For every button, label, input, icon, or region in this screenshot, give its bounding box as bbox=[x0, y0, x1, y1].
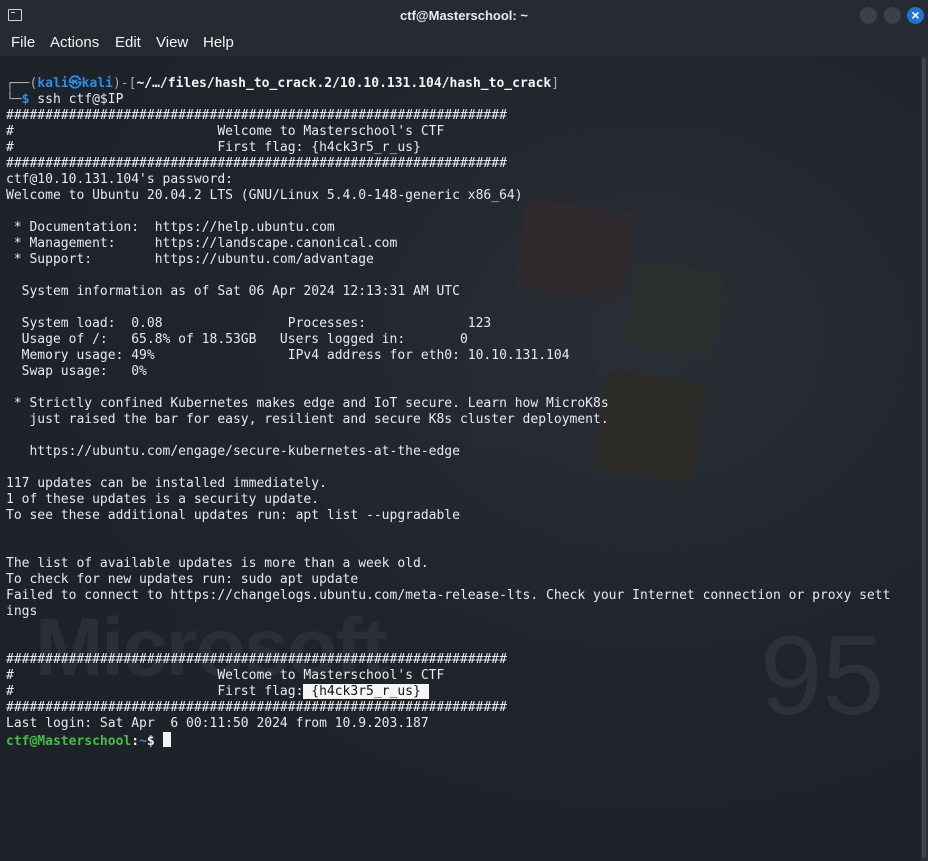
terminal-line: ings bbox=[6, 604, 38, 619]
minimize-button[interactable] bbox=[860, 7, 877, 24]
current-prompt[interactable]: ctf@Masterschool:~$ bbox=[6, 732, 171, 749]
prompt-dollar-current: $ bbox=[146, 734, 163, 749]
prompt-colon: : bbox=[131, 734, 140, 749]
wallpaper-flag-green bbox=[624, 260, 726, 357]
terminal-line: ########################################… bbox=[6, 652, 507, 667]
terminal-line: * Support: https://ubuntu.com/advantage bbox=[6, 252, 374, 267]
terminal-line: To see these additional updates run: apt… bbox=[6, 508, 460, 523]
terminal-line: # Welcome to Masterschool's CTF bbox=[6, 668, 445, 683]
text-cursor bbox=[162, 732, 171, 747]
prompt-line-2: └─$ ssh ctf@$IP bbox=[6, 92, 123, 108]
terminal-line: 117 updates can be installed immediately… bbox=[6, 476, 327, 491]
prompt-line-1: ┌──(kali㉿kali)-[~/…/files/hash_to_crack.… bbox=[6, 76, 559, 92]
menu-bar: File Actions Edit View Help bbox=[0, 31, 928, 56]
terminal-line: ctf@10.10.131.104's password: bbox=[6, 172, 233, 187]
terminal-window: ctf@Masterschool: ~ × File Actions Edit … bbox=[0, 0, 928, 861]
terminal-line: https://ubuntu.com/engage/secure-kuberne… bbox=[6, 444, 460, 459]
terminal-line: System information as of Sat 06 Apr 2024… bbox=[6, 284, 460, 299]
terminal-line: just raised the bar for easy, resilient … bbox=[6, 412, 609, 427]
scrollbar-thumb[interactable] bbox=[922, 58, 926, 858]
prompt-at-symbol: ㉿ bbox=[68, 76, 82, 91]
menu-actions[interactable]: Actions bbox=[50, 34, 99, 51]
terminal-line: # First flag: {h4ck3r5_r_us} bbox=[6, 140, 421, 155]
terminal-line: Welcome to Ubuntu 20.04.2 LTS (GNU/Linux… bbox=[6, 188, 523, 203]
terminal-line: The list of available updates is more th… bbox=[6, 556, 429, 571]
title-bar[interactable]: ctf@Masterschool: ~ × bbox=[0, 0, 928, 31]
wallpaper-flag-yellow bbox=[593, 369, 707, 483]
terminal-line: Memory usage: 49% IPv4 address for eth0:… bbox=[6, 348, 570, 363]
menu-view[interactable]: View bbox=[156, 34, 188, 51]
close-icon: × bbox=[911, 7, 920, 23]
menu-edit[interactable]: Edit bbox=[115, 34, 141, 51]
terminal-line: ########################################… bbox=[6, 108, 507, 123]
prompt-user: kali bbox=[37, 76, 69, 91]
prompt-close: ] bbox=[551, 76, 560, 91]
prompt-corner-bottom: └─ bbox=[6, 92, 22, 107]
command-text: ssh ctf@$IP bbox=[29, 92, 124, 107]
terminal-line: Usage of /: 65.8% of 18.53GB Users logge… bbox=[6, 332, 468, 347]
wallpaper-number: 95 bbox=[760, 613, 885, 738]
terminal-line: * Documentation: https://help.ubuntu.com bbox=[6, 220, 335, 235]
scrollbar[interactable] bbox=[921, 56, 928, 861]
prompt-mid: )-[ bbox=[112, 76, 137, 91]
terminal-line: Failed to connect to https://changelogs.… bbox=[6, 588, 891, 603]
window-title: ctf@Masterschool: ~ bbox=[400, 8, 528, 23]
selected-flag-text[interactable]: {h4ck3r5_r_us} bbox=[303, 684, 429, 699]
menu-file[interactable]: File bbox=[11, 34, 35, 51]
terminal-line: * Strictly confined Kubernetes makes edg… bbox=[6, 396, 609, 411]
maximize-button[interactable] bbox=[884, 7, 901, 24]
prompt-path: ~/…/files/hash_to_crack.2/10.10.131.104/… bbox=[136, 76, 552, 91]
terminal-line: ########################################… bbox=[6, 156, 507, 171]
terminal-line: * Management: https://landscape.canonica… bbox=[6, 236, 398, 251]
prompt-user-host: ctf@Masterschool bbox=[6, 734, 132, 749]
close-button[interactable]: × bbox=[907, 7, 924, 24]
menu-help[interactable]: Help bbox=[203, 34, 234, 51]
terminal-line: To check for new updates run: sudo apt u… bbox=[6, 572, 359, 587]
terminal-line: # Welcome to Masterschool's CTF bbox=[6, 124, 445, 139]
terminal-line: ########################################… bbox=[6, 700, 507, 715]
prompt-host: kali bbox=[81, 76, 113, 91]
terminal-line: Swap usage: 0% bbox=[6, 364, 147, 379]
prompt-path-current: ~ bbox=[139, 734, 147, 749]
terminal-line: 1 of these updates is a security update. bbox=[6, 492, 320, 507]
terminal-line: System load: 0.08 Processes: 123 bbox=[6, 316, 492, 331]
terminal-line: Last login: Sat Apr 6 00:11:50 2024 from… bbox=[6, 716, 429, 731]
terminal-line-flag: # First flag: {h4ck3r5_r_us} bbox=[6, 684, 429, 700]
wallpaper-flag-red bbox=[514, 198, 636, 304]
prompt-corner-top: ┌──( bbox=[6, 76, 38, 91]
flag-label: # First flag: bbox=[6, 684, 304, 699]
